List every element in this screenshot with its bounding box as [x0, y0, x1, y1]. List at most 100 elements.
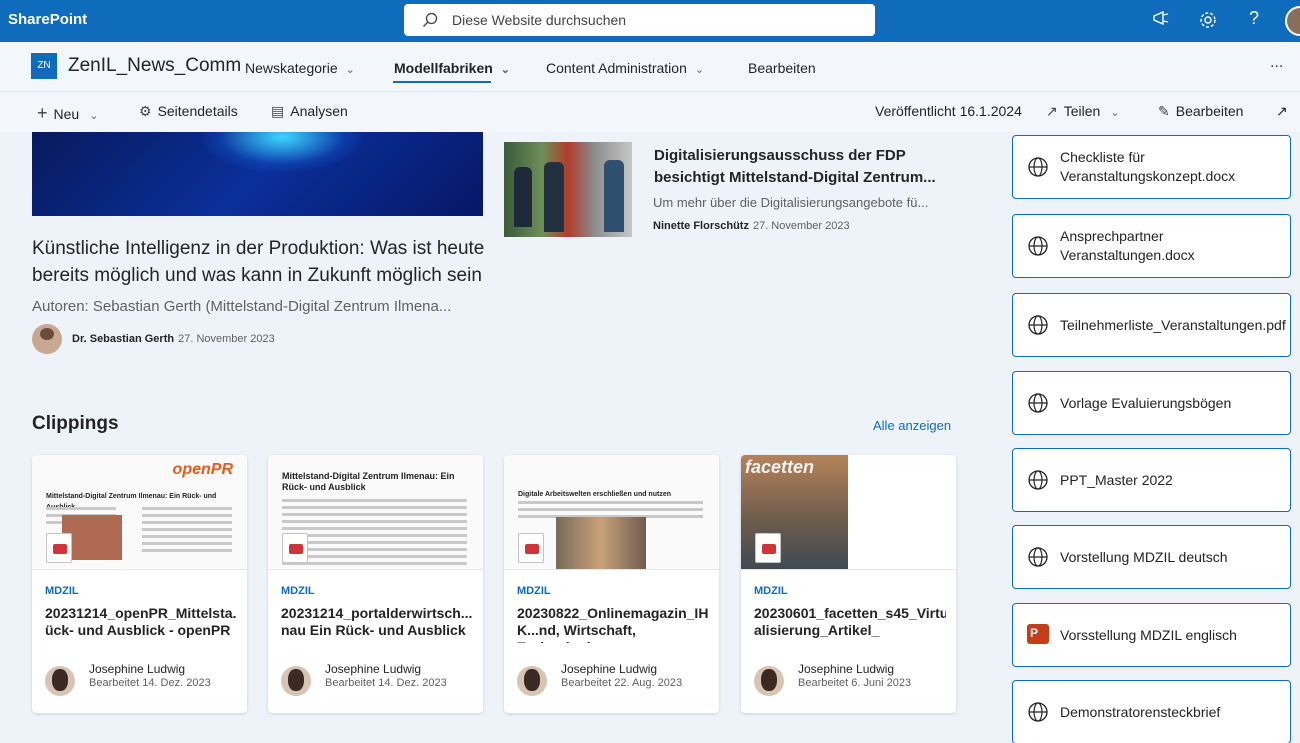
author-avatar [32, 324, 62, 354]
quicklink-label: Vorsstellung MDZIL englisch [1060, 626, 1237, 643]
megaphone-icon[interactable] [1150, 10, 1172, 32]
editor-avatar [754, 666, 784, 696]
nav-modellfabriken[interactable]: Modellfabriken ⌄ [394, 60, 510, 76]
edited-date: Bearbeitet 14. Dez. 2023 [325, 677, 447, 689]
quicklink-ansprechpartner[interactable]: Ansprechpartner Veranstaltungen.docx [1012, 214, 1291, 278]
thumbnail-heading: Mittelstand-Digital Zentrum Ilmenau: Ein… [282, 471, 455, 492]
quicklink-vorlage-evaluierung[interactable]: Vorlage Evaluierungsbögen [1012, 371, 1291, 435]
news-image[interactable] [504, 142, 632, 237]
share-icon: ↗ [1046, 103, 1058, 119]
quicklink-checkliste[interactable]: Checkliste für Veranstaltungskonzept.doc… [1012, 135, 1291, 199]
editor-name: Josephine Ludwig [89, 662, 186, 676]
document-card[interactable]: facetten MDZIL 20230601_facetten_s45_Vir… [741, 455, 956, 713]
person-figure [544, 162, 564, 232]
globe-icon [1028, 470, 1048, 490]
globe-icon [1028, 157, 1048, 177]
search-icon [423, 12, 438, 27]
expand-icon[interactable]: ↗ [1276, 103, 1288, 120]
document-thumbnail: Mittelstand-Digital Zentrum Ilmenau: Ein… [268, 455, 483, 570]
edit-label: Bearbeiten [1175, 103, 1244, 119]
see-all-link[interactable]: Alle anzeigen [873, 418, 951, 433]
pdf-icon [282, 533, 308, 563]
author-name: Dr. Sebastian Gerth [72, 333, 175, 345]
pencil-icon: ✎ [1158, 103, 1170, 119]
person-figure [514, 167, 532, 227]
document-card[interactable]: Mittelstand-Digital Zentrum Ilmenau: Ein… [268, 455, 483, 713]
page-content: Künstliche Intelligenz in der Produktion… [0, 132, 1300, 743]
person-figure [604, 160, 624, 232]
news-title[interactable]: Digitalisierungsausschuss der FDP besich… [654, 145, 974, 189]
chevron-down-icon: ⌄ [345, 64, 355, 76]
card-title[interactable]: 20231214_openPR_Mittelsta... ück- und Au… [45, 605, 237, 643]
card-title[interactable]: 20231214_portalderwirtsch... nau Ein Rüc… [281, 605, 473, 643]
document-card[interactable]: Digitale Arbeitswelten erschließen und n… [504, 455, 719, 713]
nav-label: Newskategorie [245, 60, 338, 76]
edit-button[interactable]: ✎ Bearbeiten [1158, 103, 1243, 120]
hero-news-title[interactable]: Künstliche Intelligenz in der Produktion… [32, 235, 492, 289]
analytics-button[interactable]: ▤ Analysen [271, 103, 348, 120]
suite-bar: SharePoint Diese Website durchsuchen ? [0, 0, 1300, 42]
quicklink-label: Teilnehmerliste_Veranstaltungen.pdf [1060, 316, 1286, 333]
chevron-down-icon: ⌄ [694, 64, 705, 76]
globe-icon [1028, 702, 1048, 722]
document-thumbnail: Digitale Arbeitswelten erschließen und n… [504, 455, 719, 570]
site-logo[interactable]: ZN [31, 53, 57, 79]
published-status: Veröffentlicht 16.1.2024 [875, 103, 1022, 119]
edited-date: Bearbeitet 22. Aug. 2023 [561, 677, 683, 689]
card-tag: MDZIL [281, 585, 315, 597]
card-title[interactable]: 20230822_Onlinemagazin_IH K...nd, Wirtsc… [517, 605, 709, 643]
news-author-line: Ninette Florschütz 27. November 2023 [653, 220, 850, 232]
quicklink-vorstellung-englisch[interactable]: Vorsstellung MDZIL englisch [1012, 603, 1291, 667]
command-bar: + Neu ⌄ ⚙ Seitendetails ▤ Analysen Veröffent… [0, 92, 1300, 132]
user-avatar[interactable] [1285, 6, 1300, 36]
nav-label: Modellfabriken [394, 60, 493, 76]
search-box[interactable]: Diese Website durchsuchen [404, 4, 875, 36]
hero-news-image[interactable] [32, 132, 483, 216]
quicklink-label: Ansprechpartner Veranstaltungen.docx [1060, 228, 1195, 263]
active-nav-indicator [393, 81, 491, 83]
nav-content-administration[interactable]: Content Administration ⌄ [546, 60, 704, 76]
nav-newskategorie[interactable]: Newskategorie ⌄ [245, 60, 355, 76]
thumbnail-text [282, 499, 467, 569]
publish-date: 27. November 2023 [178, 333, 275, 345]
hero-author-line: Dr. Sebastian Gerth 27. November 2023 [72, 333, 275, 345]
chevron-down-icon: ⌄ [1110, 107, 1120, 119]
search-input[interactable]: Diese Website durchsuchen [452, 12, 626, 28]
hero-image-glow [202, 132, 362, 172]
help-icon[interactable]: ? [1243, 8, 1265, 30]
editor-avatar [281, 666, 311, 696]
document-card[interactable]: openPR Mittelstand-Digital Zentrum Ilmen… [32, 455, 247, 713]
card-tag: MDZIL [754, 585, 788, 597]
quicklink-demonstratorensteckbrief[interactable]: Demonstratorensteckbrief [1012, 680, 1291, 743]
plus-icon: + [37, 103, 48, 123]
sharepoint-brand[interactable]: SharePoint [8, 11, 87, 28]
author-name: Ninette Florschütz [653, 220, 749, 232]
nav-bearbeiten[interactable]: Bearbeiten [748, 60, 816, 76]
card-tag: MDZIL [517, 585, 551, 597]
gear-icon: ⚙ [139, 103, 152, 119]
quicklink-label: Demonstratorensteckbrief [1060, 703, 1221, 720]
quicklink-label: Vorlage Evaluierungsbögen [1060, 394, 1232, 411]
editor-avatar [45, 666, 75, 696]
quicklink-teilnehmerliste[interactable]: Teilnehmerliste_Veranstaltungen.pdf [1012, 293, 1291, 357]
chevron-down-icon: ⌄ [89, 110, 99, 122]
globe-icon [1028, 393, 1048, 413]
new-button[interactable]: + Neu ⌄ [37, 103, 98, 124]
analytics-label: Analysen [290, 103, 348, 119]
page-details-button[interactable]: ⚙ Seitendetails [139, 103, 238, 120]
gear-icon[interactable] [1197, 10, 1219, 32]
editor-name: Josephine Ludwig [798, 662, 895, 676]
pdf-icon [518, 533, 544, 563]
document-thumbnail: openPR Mittelstand-Digital Zentrum Ilmen… [32, 455, 247, 570]
globe-icon [1028, 315, 1048, 335]
more-icon[interactable]: ... [1270, 54, 1283, 72]
card-tag: MDZIL [45, 585, 79, 597]
hero-news-description: Autoren: Sebastian Gerth (Mittelstand-Di… [32, 298, 452, 315]
site-title[interactable]: ZenIL_News_Comm [68, 55, 241, 77]
editor-avatar [517, 666, 547, 696]
quicklink-vorstellung-deutsch[interactable]: Vorstellung MDZIL deutsch [1012, 525, 1291, 589]
share-button[interactable]: ↗ Teilen ⌄ [1046, 103, 1120, 120]
card-title[interactable]: 20230601_facetten_s45_Virtu alisierung_A… [754, 605, 946, 643]
clippings-heading: Clippings [32, 413, 119, 434]
quicklink-ppt-master[interactable]: PPT_Master 2022 [1012, 448, 1291, 512]
